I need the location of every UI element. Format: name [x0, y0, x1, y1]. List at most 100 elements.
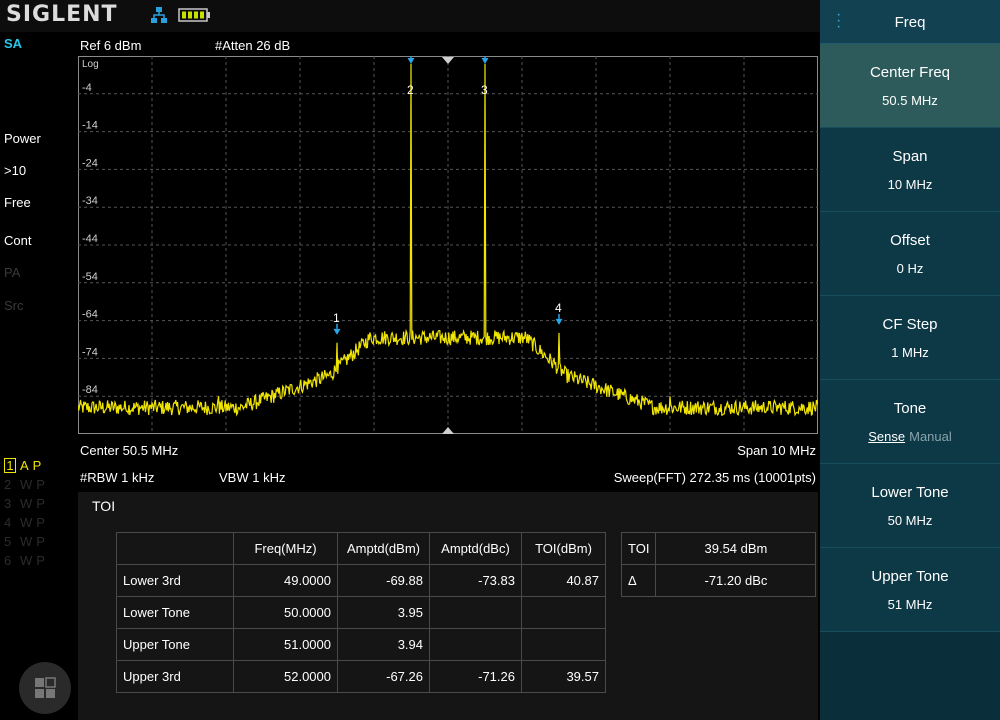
cf-step-softkey[interactable]: CF Step 1 MHz [820, 296, 1000, 380]
toi-cell-freq: 50.0000 [233, 596, 338, 629]
trace-a: A [20, 458, 29, 473]
toi-cell-toi [521, 628, 606, 661]
y-tick-label: -4 [82, 82, 92, 94]
trace-a: W [20, 496, 33, 511]
trace-indicator[interactable]: 2WP [4, 477, 74, 496]
span-label[interactable]: Span 10 MHz [737, 443, 816, 458]
toi-cell-amptd_dbm: 3.95 [337, 596, 430, 629]
trace-p: P [36, 496, 45, 511]
trace-a: W [20, 477, 33, 492]
trace-p: P [36, 534, 45, 549]
trace-indicator[interactable]: 5WP [4, 534, 74, 553]
softkey-label: Center Freq [869, 64, 951, 81]
toi-column-header: Amptd(dBc) [429, 532, 522, 565]
table-row: Δ -71.20 dBc [620, 564, 817, 597]
tone-toggle[interactable]: Sense Manual [820, 429, 1000, 444]
status-item: PA [4, 265, 21, 280]
toi-summary-table: TOI 39.54 dBm Δ -71.20 dBc [620, 532, 817, 597]
toi-column-header: TOI(dBm) [521, 532, 606, 565]
center-freq-softkey[interactable]: Center Freq 50.5 MHz [820, 44, 1000, 128]
trace-indicator[interactable]: 3WP [4, 496, 74, 515]
battery-icon [178, 8, 210, 22]
toi-column-header [116, 532, 234, 565]
table-row: TOI 39.54 dBm [620, 532, 817, 565]
softkey-label: Tone [893, 400, 927, 417]
lower-tone-softkey[interactable]: Lower Tone 50 MHz [820, 464, 1000, 548]
softkey-label: Lower Tone [871, 484, 949, 501]
y-tick-label: -74 [82, 346, 98, 358]
toi-column-header: Amptd(dBm) [337, 532, 430, 565]
toi-cell-freq: 51.0000 [233, 628, 338, 661]
menu-header[interactable]: · · · Freq [820, 0, 1000, 44]
marker-arrow [333, 328, 341, 335]
toi-cell-toi: 39.57 [521, 660, 606, 693]
toi-cell-amptd_dbc: -71.26 [429, 660, 522, 693]
y-tick-label: -54 [82, 271, 98, 283]
trace-p: P [36, 477, 45, 492]
status-item: Src [4, 298, 24, 313]
home-button[interactable] [19, 662, 71, 714]
vbw-label[interactable]: VBW 1 kHz [219, 470, 285, 485]
toi-cell-amptd_dbc: -73.83 [429, 564, 522, 597]
status-item: Free [4, 195, 31, 210]
marker-label: 4 [555, 301, 562, 315]
trace-p: P [36, 553, 45, 568]
trace-num: 4 [4, 515, 12, 530]
marker-arrow [481, 58, 489, 64]
toi-cell-toi [521, 596, 606, 629]
offset-softkey[interactable]: Offset 0 Hz [820, 212, 1000, 296]
sweep-label[interactable]: Sweep(FFT) 272.35 ms (10001pts) [614, 470, 816, 485]
mode-indicator: SA [4, 36, 23, 51]
tone-softkey[interactable]: Tone Sense Manual [820, 380, 1000, 464]
status-item: Power [4, 131, 41, 146]
marker-arrow [407, 58, 415, 64]
toi-cell-freq: 52.0000 [233, 660, 338, 693]
ref-top-triangle [442, 57, 454, 64]
tone-option-manual[interactable]: Manual [909, 429, 952, 444]
trace-a: W [20, 534, 33, 549]
trace-indicators[interactable]: 1AP2WP3WP4WP5WP6WP [4, 458, 74, 572]
marker-label: 2 [407, 83, 414, 97]
span-softkey[interactable]: Span 10 MHz [820, 128, 1000, 212]
table-row: Lower Tone 50.0000 3.95 [116, 596, 606, 629]
y-tick-label: -34 [82, 195, 98, 207]
toi-cell-amptd_dbm: 3.94 [337, 628, 430, 661]
center-freq-label[interactable]: Center 50.5 MHz [80, 443, 178, 458]
brand-logo: SIGLENT [6, 2, 118, 27]
marker-label: 1 [333, 311, 340, 325]
ref-level-label[interactable]: Ref 6 dBm [80, 38, 141, 53]
table-row: Lower 3rd 49.0000 -69.88 -73.83 40.87 [116, 564, 606, 597]
toi-cell-label: Upper Tone [116, 628, 234, 661]
toi-cell-amptd_dbm: -69.88 [337, 564, 430, 597]
grid-icon [35, 677, 56, 698]
trace-num: 1 [4, 458, 16, 473]
softkey-value: 0 Hz [896, 261, 924, 276]
toi-summary-value: 39.54 dBm [655, 532, 817, 565]
softkey-menu: · · · Freq Center Freq 50.5 MHz Span 10 MH… [820, 0, 1000, 720]
toi-cell-label: Upper 3rd [116, 660, 234, 693]
trace-p: P [36, 515, 45, 530]
softkey-value: 51 MHz [887, 597, 933, 612]
softkey-label: CF Step [882, 316, 938, 333]
trace-indicator[interactable]: 1AP [4, 458, 74, 477]
upper-tone-softkey[interactable]: Upper Tone 51 MHz [820, 548, 1000, 632]
marker-1[interactable]: 1 [333, 311, 341, 335]
y-tick-label: -84 [82, 384, 98, 396]
scale-type-label: Log [82, 59, 99, 70]
y-tick-label: -44 [82, 233, 98, 245]
softkey-value: 50.5 MHz [882, 93, 938, 108]
attenuation-label[interactable]: #Atten 26 dB [215, 38, 290, 53]
spectrum-plot[interactable]: -4 -14 -24 -34 -44 -54 -64 -74 -84 Log 1 2 3 4 [78, 56, 818, 434]
toi-cell-amptd_dbc [429, 596, 522, 629]
rbw-label[interactable]: #RBW 1 kHz [80, 470, 154, 485]
network-icon [151, 7, 167, 23]
trace-indicator[interactable]: 4WP [4, 515, 74, 534]
trace-indicator[interactable]: 6WP [4, 553, 74, 572]
status-bar: SIGLENT [0, 0, 820, 32]
menu-title: Freq [894, 14, 926, 31]
ref-bottom-triangle [442, 427, 454, 434]
y-tick-label: -24 [82, 157, 98, 169]
softkey-value: 10 MHz [887, 177, 933, 192]
tone-option-sense[interactable]: Sense [868, 429, 905, 444]
marker-4[interactable]: 4 [555, 301, 563, 325]
